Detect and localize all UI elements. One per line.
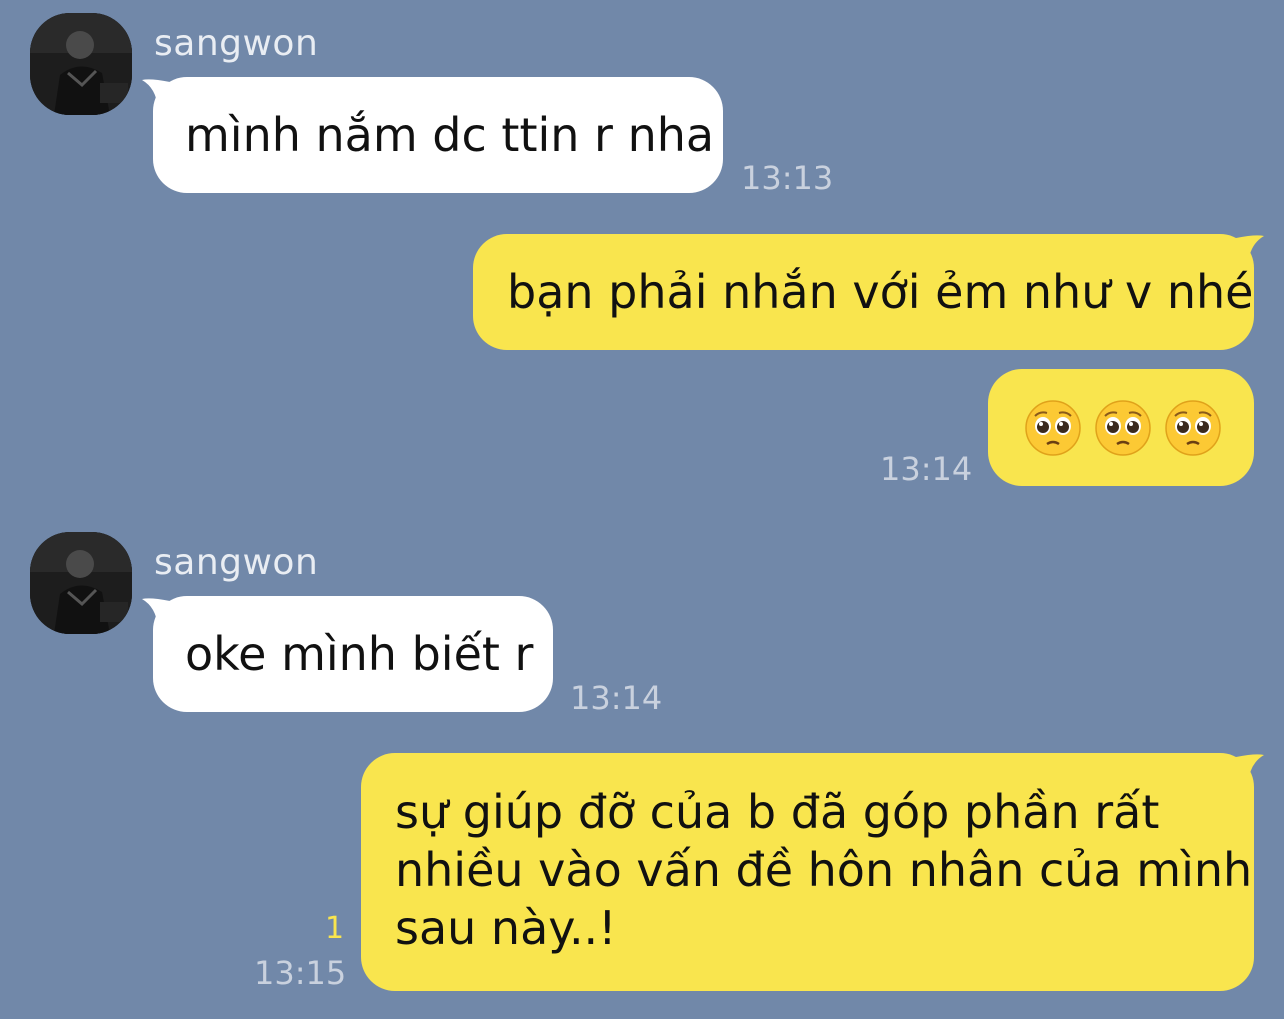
unread-count: 1 — [325, 911, 345, 946]
message-text-line-2: nhiều vào vấn đề hôn nhân của mình — [395, 843, 1253, 897]
sender-avatar[interactable] — [30, 532, 132, 634]
sender-name: sangwon — [154, 23, 319, 64]
message-text: bạn phải nhắn với ẻm như v nhé — [507, 265, 1254, 319]
emoji-row — [1024, 369, 1254, 486]
outgoing-message-bubble[interactable]: bạn phải nhắn với ẻm như v nhé — [473, 234, 1254, 350]
incoming-message-bubble[interactable]: mình nắm dc ttin r nha — [153, 77, 723, 193]
incoming-message-bubble[interactable]: oke mình biết r — [153, 596, 553, 712]
outgoing-emoji-bubble[interactable] — [988, 369, 1254, 486]
message-text-line-3: sau này..! — [395, 901, 617, 955]
sender-name: sangwon — [154, 542, 319, 583]
message-timestamp: 13:14 — [880, 450, 973, 488]
outgoing-message-bubble[interactable]: sự giúp đỡ của b đã góp phần rất nhiều v… — [361, 753, 1254, 991]
message-text-line-1: sự giúp đỡ của b đã góp phần rất — [395, 785, 1160, 839]
pleading-face-icon — [1095, 399, 1151, 456]
message-text: oke mình biết r — [185, 627, 534, 681]
pleading-face-icon — [1025, 399, 1081, 456]
message-timestamp: 13:13 — [741, 159, 834, 197]
message-text: mình nắm dc ttin r nha — [185, 108, 715, 162]
message-timestamp: 13:14 — [570, 679, 663, 717]
sender-avatar[interactable] — [30, 13, 132, 115]
message-timestamp: 13:15 — [254, 954, 347, 992]
pleading-face-icon — [1165, 399, 1221, 456]
